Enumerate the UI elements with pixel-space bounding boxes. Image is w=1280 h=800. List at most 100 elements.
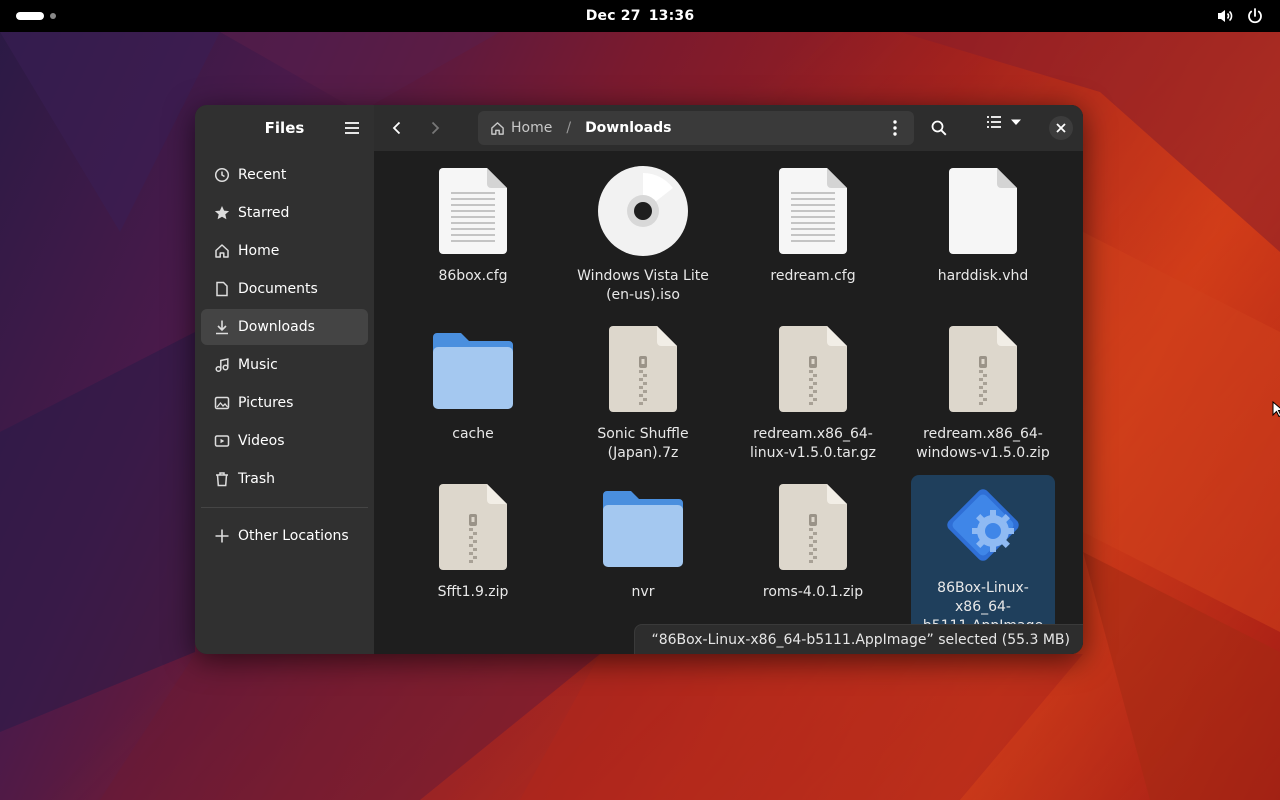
sidebar-item-label: Documents — [238, 281, 318, 297]
disc-image-icon — [598, 166, 688, 256]
file-name: redream.cfg — [770, 268, 856, 284]
file-thumbnail — [935, 479, 1031, 571]
sidebar-item-trash[interactable]: Trash — [201, 461, 368, 497]
file-item[interactable]: Sfft1.9.zip — [401, 475, 545, 635]
download-icon — [216, 320, 228, 335]
main-menu-button[interactable] — [340, 116, 364, 140]
clock-icon — [214, 167, 230, 183]
sidebar-item-documents[interactable]: Documents — [201, 271, 368, 307]
mouse-pointer-icon — [1272, 401, 1280, 417]
folder-icon — [433, 333, 513, 409]
sidebar-separator — [201, 507, 368, 508]
file-thumbnail — [765, 163, 861, 259]
file-item[interactable]: harddisk.vhd — [911, 159, 1055, 319]
file-thumbnail — [425, 479, 521, 575]
sidebar-item-music[interactable]: Music — [201, 347, 368, 383]
file-thumbnail — [765, 321, 861, 417]
file-thumbnail — [935, 163, 1031, 259]
sidebar-item-label: Starred — [238, 205, 290, 221]
sidebar-item-downloads[interactable]: Downloads — [201, 309, 368, 345]
sidebar-item-label: Home — [238, 243, 280, 259]
archive-icon — [949, 326, 1017, 412]
sidebar-item-label: Downloads — [238, 319, 315, 335]
sidebar-item-other-locations[interactable]: Other Locations — [201, 518, 368, 554]
sidebar-item-recent[interactable]: Recent — [201, 157, 368, 193]
archive-icon — [609, 326, 677, 412]
breadcrumb-current[interactable]: Downloads — [585, 120, 671, 136]
breadcrumb-home-label: Home — [511, 120, 553, 136]
view-toggle[interactable] — [986, 114, 1024, 130]
hamburger-icon — [345, 122, 359, 134]
top-bar: Dec 27 13:36 — [0, 0, 1280, 32]
file-thumbnail — [595, 479, 691, 575]
file-item[interactable]: redream.cfg — [741, 159, 885, 319]
file-item[interactable]: nvr — [571, 475, 715, 635]
sidebar-item-label: Videos — [238, 433, 285, 449]
file-item[interactable]: Sonic Shuffle (Japan).7z — [571, 317, 715, 477]
back-button[interactable] — [383, 114, 411, 142]
file-item[interactable]: roms-4.0.1.zip — [741, 475, 885, 635]
folder-menu-button[interactable] — [886, 119, 904, 137]
archive-icon — [779, 326, 847, 412]
header-bar: Home / Downloads — [374, 105, 1083, 151]
file-name: redream.x86_64-windows-v1.5.0.zip — [916, 426, 1050, 461]
list-view-icon[interactable] — [986, 114, 1002, 130]
sidebar-item-label: Pictures — [238, 395, 294, 411]
chevron-down-icon[interactable] — [1008, 114, 1024, 130]
workspace-indicator — [50, 13, 56, 19]
workspace-indicator-active — [16, 12, 44, 20]
chevron-left-icon — [392, 121, 401, 135]
other-places: Other Locations — [195, 518, 374, 554]
chevron-right-icon — [431, 121, 440, 135]
sidebar-item-label: Music — [238, 357, 278, 373]
music-icon — [215, 358, 229, 373]
file-name: Sfft1.9.zip — [437, 584, 509, 600]
file-item[interactable]: cache — [401, 317, 545, 477]
sidebar-item-label: Other Locations — [238, 528, 349, 544]
activities-button[interactable] — [16, 12, 56, 20]
text-file-icon — [779, 168, 847, 254]
sidebar-item-pictures[interactable]: Pictures — [201, 385, 368, 421]
sidebar-header: Files — [195, 105, 374, 151]
file-name: Windows Vista Lite (en-us).iso — [577, 268, 709, 303]
sidebar-item-starred[interactable]: Starred — [201, 195, 368, 231]
sidebar-item-label: Recent — [238, 167, 287, 183]
sidebar: Files Recent Starred Home Documents Down… — [195, 105, 374, 654]
file-thumbnail — [935, 321, 1031, 417]
breadcrumb-separator: / — [566, 120, 572, 136]
system-tray[interactable] — [1216, 7, 1264, 25]
sidebar-item-home[interactable]: Home — [201, 233, 368, 269]
plus-icon — [215, 529, 229, 543]
sidebar-item-videos[interactable]: Videos — [201, 423, 368, 459]
file-item[interactable]: redream.x86_64-linux-v1.5.0.tar.gz — [741, 317, 885, 477]
folder-icon — [603, 491, 683, 567]
home-icon — [491, 121, 504, 135]
file-item[interactable]: 86box.cfg — [401, 159, 545, 319]
selection-status: “86Box-Linux-x86_64-b5111.AppImage” sele… — [634, 624, 1083, 654]
trash-icon — [216, 472, 228, 487]
path-bar[interactable]: Home / Downloads — [478, 111, 914, 145]
forward-button[interactable] — [421, 114, 449, 142]
file-item[interactable]: 86Box-Linux-x86_64-b5111.AppImage — [911, 475, 1055, 635]
video-icon — [214, 435, 230, 447]
clock[interactable]: Dec 27 13:36 — [586, 8, 695, 24]
main-pane: Home / Downloads 86box.cfg Windows Vista … — [374, 105, 1083, 654]
file-name: nvr — [631, 584, 655, 600]
archive-icon — [779, 484, 847, 570]
file-thumbnail — [595, 163, 691, 259]
breadcrumb-home[interactable]: Home — [490, 120, 552, 136]
file-thumbnail — [765, 479, 861, 575]
close-window-button[interactable] — [1049, 116, 1073, 140]
file-thumbnail — [425, 163, 521, 259]
file-item[interactable]: Windows Vista Lite (en-us).iso — [571, 159, 715, 319]
archive-icon — [439, 484, 507, 570]
text-file-icon — [439, 168, 507, 254]
volume-icon — [1218, 10, 1233, 22]
appimage-icon — [947, 489, 1019, 561]
file-name: harddisk.vhd — [937, 268, 1029, 284]
file-item[interactable]: redream.x86_64-windows-v1.5.0.zip — [911, 317, 1055, 477]
file-grid: 86box.cfg Windows Vista Lite (en-us).iso r… — [374, 151, 1083, 654]
kebab-menu-icon — [893, 120, 897, 136]
clock-time: 13:36 — [648, 8, 695, 24]
search-button[interactable] — [925, 114, 953, 142]
